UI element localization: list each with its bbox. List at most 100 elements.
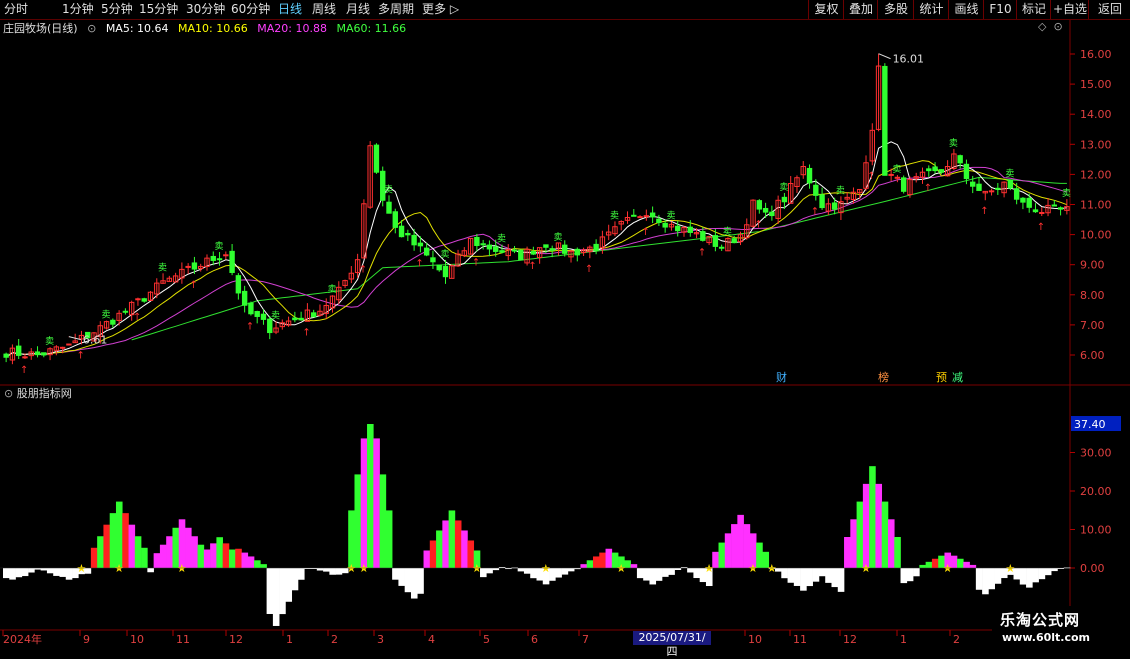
indicator-bar	[862, 483, 870, 568]
indicator-bar	[1044, 568, 1052, 576]
candle-body	[926, 168, 932, 172]
indicator-bar	[643, 568, 650, 581]
candle-body	[135, 298, 141, 301]
sell-signal-mark: 卖	[610, 210, 619, 221]
ind-tick-label: 30.00	[1080, 447, 1112, 460]
buy-signal-mark: ↑	[528, 261, 536, 272]
indicator-bar	[994, 568, 1002, 584]
candle-body	[241, 290, 248, 306]
candle-body	[292, 317, 298, 321]
candle-body	[210, 255, 216, 261]
indicator-toggle-icon[interactable]: ⊙	[4, 387, 13, 400]
sell-signal-mark: 卖	[666, 210, 675, 221]
indicator-title: 股朋指标网	[16, 387, 72, 400]
candle-body	[41, 352, 47, 356]
indicator-bar	[988, 568, 995, 590]
indicator-bar	[925, 561, 933, 568]
indicator-bar	[203, 549, 211, 568]
indicator-bar	[329, 568, 336, 575]
buy-signal-mark: ↑	[76, 350, 84, 361]
indicator-bar	[354, 474, 362, 568]
candle-body	[442, 265, 449, 278]
price-tick-label: 15.00	[1080, 78, 1112, 91]
candle-body	[963, 163, 970, 179]
indicator-bar	[279, 568, 286, 615]
candle-body	[718, 246, 725, 249]
indicator-bar	[417, 568, 424, 594]
indicator-bar	[367, 424, 374, 568]
time-tick-label: 1	[286, 633, 293, 646]
indicator-bar	[517, 568, 525, 572]
sell-signal-mark: 卖	[553, 232, 562, 243]
indicator-bar	[831, 568, 839, 588]
event-tag-forecast[interactable]: 预	[934, 371, 949, 384]
event-tag-reduce[interactable]: 减	[950, 371, 965, 384]
candle-body	[995, 187, 1001, 190]
indicator-bar	[818, 568, 826, 577]
candle-body	[813, 184, 819, 196]
sell-signal-mark: 卖	[158, 262, 167, 273]
price-tick-label: 10.00	[1080, 229, 1112, 242]
time-tick-label: 3	[377, 633, 384, 646]
indicator-bar	[410, 568, 418, 599]
indicator-bar	[247, 556, 255, 568]
signal-star: ★	[1005, 562, 1015, 575]
indicator-bar	[806, 568, 813, 587]
candle-body	[675, 225, 681, 232]
chart-canvas[interactable]: 16.0015.0014.0013.0012.0011.0010.009.008…	[0, 0, 1130, 650]
indicator-bar	[373, 438, 380, 568]
sell-signal-mark: 卖	[328, 284, 337, 295]
indicator-bar	[856, 501, 864, 568]
indicator-bar	[599, 552, 606, 568]
price-tick-label: 11.00	[1080, 199, 1112, 212]
candle-body	[248, 302, 254, 315]
price-tick-label: 6.00	[1080, 349, 1105, 362]
indicator-bar	[15, 568, 23, 578]
buy-signal-mark: ↑	[133, 312, 141, 323]
indicator-bar	[844, 537, 851, 568]
candle-body	[530, 251, 537, 255]
candle-body	[781, 196, 788, 203]
candle-body	[1032, 209, 1039, 213]
ind-tick-label: 0.00	[1080, 562, 1105, 575]
indicator-header: ⊙ 股朋指标网	[4, 386, 72, 402]
candle-body	[976, 183, 982, 191]
candle-body	[474, 236, 480, 246]
indicator-bar	[122, 513, 129, 568]
buy-signal-mark: ↑	[585, 264, 593, 275]
candle-body	[1020, 197, 1026, 203]
indicator-bar	[9, 568, 16, 580]
signal-star: ★	[704, 562, 714, 575]
sell-signal-mark: 卖	[102, 310, 111, 321]
indicator-bar	[222, 543, 230, 568]
indicator-bar	[28, 568, 35, 573]
indicator-bar	[153, 553, 161, 568]
candle-body	[518, 249, 524, 261]
candle-body	[34, 351, 41, 356]
indicator-bar	[166, 536, 173, 568]
candle-body	[806, 167, 813, 184]
candle-body	[756, 200, 763, 210]
crosshair-date: 2025/07/31/四	[633, 631, 711, 658]
candle-body	[643, 215, 650, 218]
indicator-bar	[103, 524, 110, 568]
event-tag-ranking[interactable]: 榜	[876, 371, 891, 384]
price-tick-label: 16.00	[1080, 48, 1112, 61]
sell-signal-mark: 卖	[497, 234, 506, 245]
sell-signal-mark: 卖	[384, 184, 393, 195]
buy-signal-mark: ↑	[980, 206, 988, 217]
indicator-bar	[787, 568, 795, 583]
indicator-bar	[128, 524, 136, 568]
event-tag-finance[interactable]: 财	[774, 371, 789, 384]
sell-signal-mark: 卖	[1005, 169, 1014, 180]
candle-body	[687, 226, 693, 233]
candle-body	[191, 262, 198, 270]
indicator-bar	[649, 568, 657, 585]
buy-signal-mark: ↑	[189, 280, 197, 291]
indicator-bar	[850, 519, 857, 568]
indicator-bar	[285, 568, 293, 602]
candle-body	[970, 181, 976, 187]
candle-body	[700, 231, 706, 241]
indicator-bar	[216, 537, 223, 568]
ind-tick-label: 10.00	[1080, 524, 1112, 537]
